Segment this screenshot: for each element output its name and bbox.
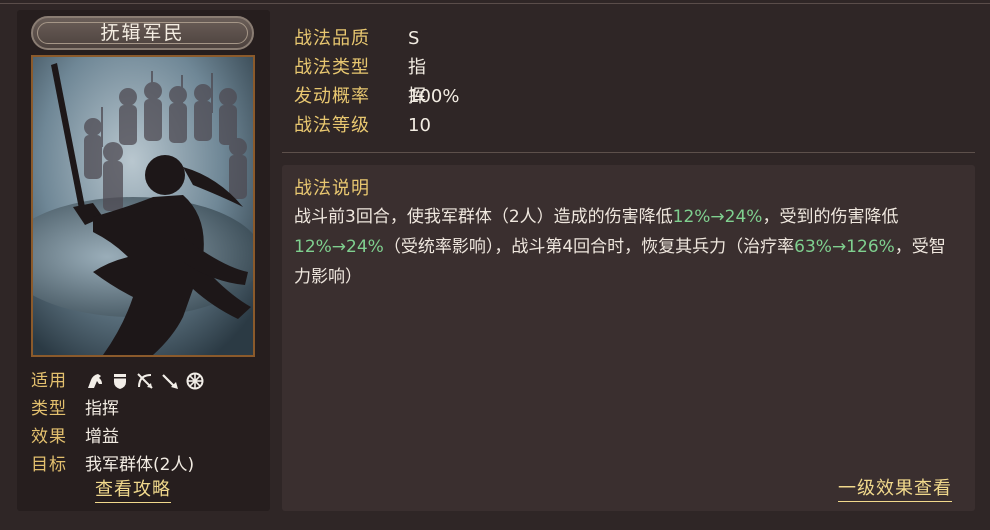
stat-quality: 战法品质 S bbox=[294, 24, 419, 53]
applicable-icons bbox=[85, 371, 205, 391]
shield-icon bbox=[114, 374, 126, 389]
description-box: 战法说明 战斗前3回合，使我军群体（2人）造成的伤害降低12%→24%，受到的伤… bbox=[282, 165, 975, 511]
desc-segment: 战斗前3回合，使我军群体（2人）造成的伤害降低 bbox=[294, 207, 673, 227]
skill-name: 抚辑军民 bbox=[100, 22, 185, 44]
desc-highlight: 12%→24% bbox=[294, 237, 384, 257]
spear-icon bbox=[162, 374, 178, 389]
skill-artwork bbox=[31, 55, 255, 357]
bow-icon bbox=[137, 373, 153, 389]
stat-trigger-rate: 发动概率 100% bbox=[294, 82, 459, 111]
stat-value: S bbox=[408, 28, 420, 49]
stat-label: 发动概率 bbox=[294, 86, 370, 107]
desc-highlight: 12%→24% bbox=[672, 207, 763, 227]
cavalry-icon bbox=[88, 374, 102, 388]
effect-row: 效果 增益 bbox=[31, 423, 261, 451]
target-row: 目标 我军群体(2人) bbox=[31, 451, 261, 479]
stat-label: 战法品质 bbox=[294, 28, 370, 49]
type-row: 类型 指挥 bbox=[31, 395, 261, 423]
skill-name-plate: 抚辑军民 bbox=[31, 16, 254, 50]
desc-segment: ，受到的伤害降低 bbox=[762, 207, 899, 227]
applicable-row: 适用 bbox=[31, 367, 261, 395]
stat-value: 10 bbox=[408, 115, 431, 136]
stat-type: 战法类型 指挥 bbox=[294, 53, 426, 107]
effect-label: 效果 bbox=[31, 427, 67, 447]
top-divider bbox=[0, 3, 990, 4]
applicable-label: 适用 bbox=[31, 371, 67, 391]
description-text: 战斗前3回合，使我军群体（2人）造成的伤害降低12%→24%，受到的伤害降低12… bbox=[294, 202, 962, 292]
target-label: 目标 bbox=[31, 455, 67, 475]
stat-label: 战法等级 bbox=[294, 115, 370, 136]
target-value: 我军群体(2人) bbox=[85, 455, 195, 475]
description-title: 战法说明 bbox=[294, 178, 370, 199]
skill-card-panel: 抚辑军民 适用 类型 指挥 效果 增益 目标 我军群体(2人) 查看攻略 bbox=[17, 10, 270, 511]
level-one-effect-link[interactable]: 一级效果查看 bbox=[838, 477, 952, 502]
view-guide-link[interactable]: 查看攻略 bbox=[95, 478, 171, 503]
stat-level: 战法等级 10 bbox=[294, 111, 431, 140]
effect-value: 增益 bbox=[85, 427, 119, 447]
desc-highlight: 63%→126% bbox=[794, 237, 895, 257]
siege-wheel-icon bbox=[186, 372, 204, 390]
stat-label: 战法类型 bbox=[294, 57, 370, 78]
stat-value: 100% bbox=[408, 86, 460, 107]
section-divider bbox=[282, 152, 975, 153]
type-label: 类型 bbox=[31, 399, 67, 419]
type-value: 指挥 bbox=[85, 399, 119, 419]
skill-stats: 战法品质 S 战法类型 指挥 发动概率 100% 战法等级 10 bbox=[294, 24, 459, 140]
desc-segment: （受统率影响），战斗第4回合时，恢复其兵力（治疗率 bbox=[383, 237, 795, 257]
skill-info-list: 适用 类型 指挥 效果 增益 目标 我军群体(2人) bbox=[31, 367, 261, 479]
